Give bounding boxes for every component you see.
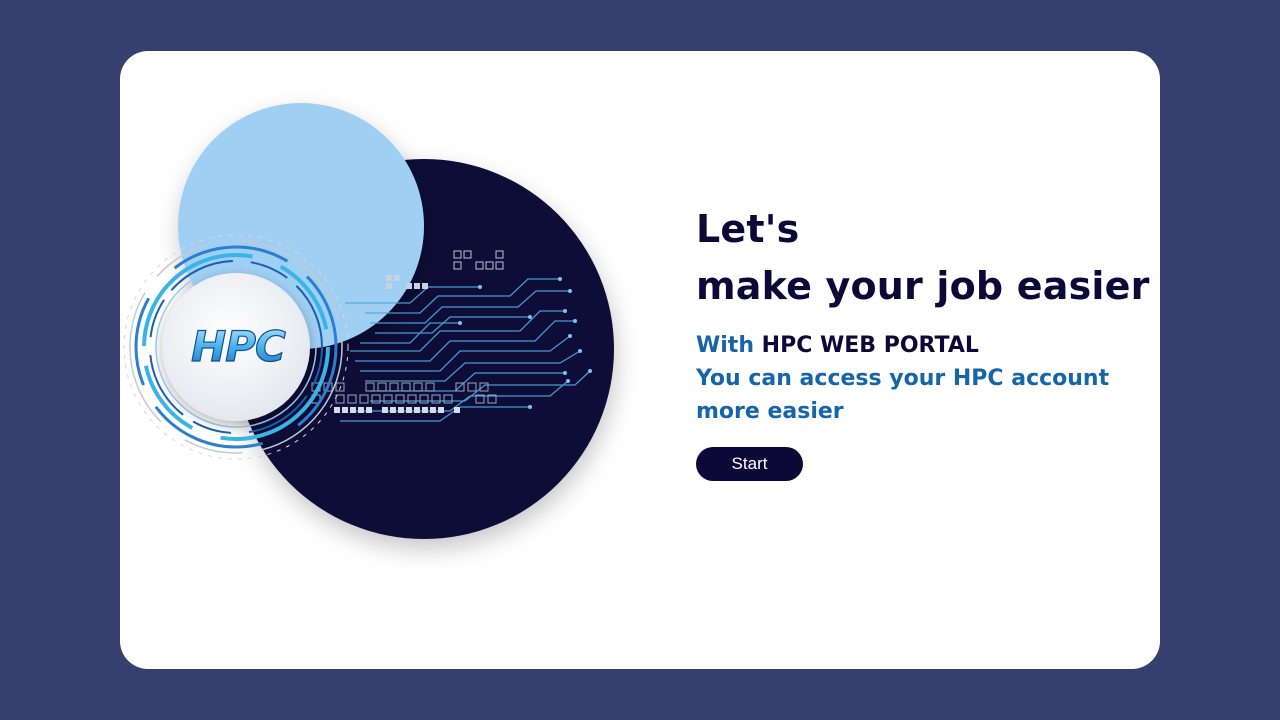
hero-illustration: HPC: [120, 51, 680, 669]
with-label: With: [696, 333, 754, 358]
illustration-graphic: HPC: [123, 103, 614, 539]
portal-description: With HPC WEB PORTAL You can access your …: [696, 329, 1136, 428]
description-line-1: You can access your HPC account: [696, 366, 1110, 391]
portal-name: HPC WEB PORTAL: [761, 333, 979, 358]
headline-line-1: Let's: [696, 207, 800, 251]
portal-intro: With HPC WEB PORTAL: [696, 329, 1136, 362]
start-button[interactable]: Start: [696, 447, 803, 481]
page-title: Let's make your job easier: [696, 201, 1150, 315]
hpc-logo-icon: HPC: [191, 322, 286, 371]
description-line-2: more easier: [696, 399, 844, 424]
headline-line-2: make your job easier: [696, 264, 1150, 308]
welcome-card: HPC Let's make your job easier With HPC …: [120, 51, 1160, 669]
hero-content: Let's make your job easier With HPC WEB …: [696, 201, 1150, 481]
